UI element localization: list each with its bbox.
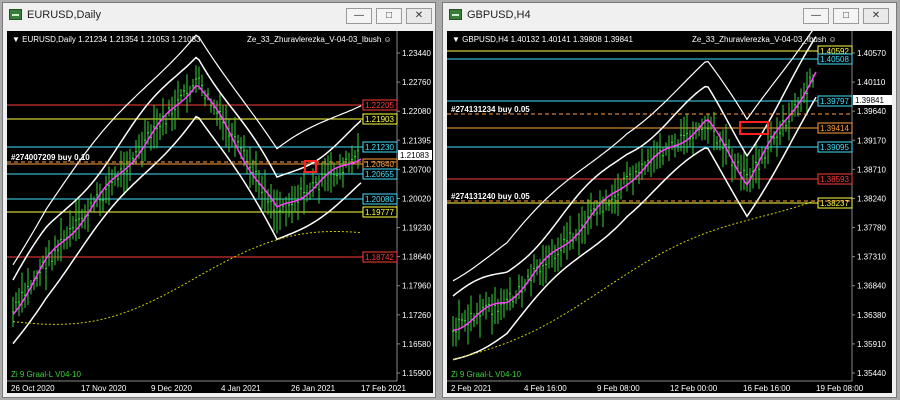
time-tick-label: 17 Feb 2021 (361, 384, 406, 393)
current-price-label: 1.39841 (855, 96, 884, 105)
level-label: 1.18742 (365, 253, 394, 262)
price-tick-label: 1.40570 (857, 49, 886, 58)
upper-band (452, 36, 817, 297)
minimize-button[interactable]: — (346, 8, 372, 24)
dotted-ma (12, 231, 362, 325)
price-tick-label: 1.37310 (857, 253, 886, 262)
price-tick-label: 1.38240 (857, 194, 886, 203)
order-label: #274131234 buy 0.05 (451, 105, 530, 114)
close-button[interactable]: ✕ (863, 8, 889, 24)
price-tick-label: 1.36840 (857, 282, 886, 291)
gbpusd-window: GBPUSD,H4 — □ ✕ ▼ GBPUSD,H4 1.40132 1.40… (442, 2, 897, 398)
price-tick-label: 1.17260 (402, 311, 431, 320)
level-label: 1.19777 (365, 208, 394, 217)
price-tick-label: 1.16580 (402, 340, 431, 349)
price-tick-label: 1.39640 (857, 107, 886, 116)
time-tick-label: 12 Feb 00:00 (670, 384, 718, 393)
level-label: 1.39797 (820, 97, 849, 106)
price-tick-label: 1.35440 (857, 369, 886, 378)
indicator-name: Ze_33_Zhuravlerezka_V-04-03_Ibush ☺ (247, 35, 392, 44)
level-label: 1.22205 (365, 101, 394, 110)
eurusd-titlebar[interactable]: EURUSD,Daily — □ ✕ (3, 3, 435, 27)
time-tick-label: 26 Oct 2020 (11, 384, 55, 393)
chart-app-icon (9, 9, 22, 20)
level-label: 1.21230 (365, 143, 394, 152)
level-label: 1.40508 (820, 55, 849, 64)
eurusd-chart[interactable]: ▼ EURUSD,Daily 1.21234 1.21354 1.21053 1… (7, 31, 433, 393)
time-tick-label: 9 Dec 2020 (151, 384, 192, 393)
level-label: 1.38237 (820, 199, 849, 208)
lower-band (452, 96, 817, 361)
gbpusd-chart[interactable]: ▼ GBPUSD,H4 1.40132 1.40141 1.39808 1.39… (447, 31, 892, 393)
level-label: 1.20840 (365, 160, 394, 169)
price-tick-label: 1.23440 (402, 49, 431, 58)
time-tick-label: 4 Feb 16:00 (524, 384, 567, 393)
price-tick-label: 1.35910 (857, 340, 886, 349)
footer-label: Zi 9 Graal-L V04-10 (451, 370, 522, 379)
price-tick-label: 1.19230 (402, 224, 431, 233)
order-label: #274131240 buy 0.05 (451, 192, 530, 201)
lower-band (12, 115, 362, 345)
time-tick-label: 17 Nov 2020 (81, 384, 127, 393)
price-tick-label: 1.18640 (402, 253, 431, 262)
price-tick-label: 1.22080 (402, 107, 431, 116)
minimize-button[interactable]: — (803, 8, 829, 24)
price-tick-label: 1.39170 (857, 136, 886, 145)
level-label: 1.38593 (820, 175, 849, 184)
gbpusd-titlebar[interactable]: GBPUSD,H4 — □ ✕ (443, 3, 896, 27)
footer-label: Zi 9 Graal-L V04-10 (11, 370, 82, 379)
time-tick-label: 9 Feb 08:00 (597, 384, 640, 393)
level-label: 1.39414 (820, 124, 849, 133)
symbol-header: ▼ EURUSD,Daily 1.21234 1.21354 1.21053 1… (12, 35, 201, 44)
price-tick-label: 1.40110 (857, 78, 886, 87)
price-tick-label: 1.22760 (402, 78, 431, 87)
eurusd-chart-canvas[interactable]: ▼ EURUSD,Daily 1.21234 1.21354 1.21053 1… (7, 31, 433, 393)
dotted-ma (452, 199, 817, 360)
eurusd-window: EURUSD,Daily — □ ✕ ▼ EURUSD,Daily 1.2123… (2, 2, 436, 398)
maximize-button[interactable]: □ (833, 8, 859, 24)
chart-app-icon (449, 9, 462, 20)
price-tick-label: 1.36380 (857, 311, 886, 320)
price-tick-label: 1.20020 (402, 194, 431, 203)
outer-upper-band (12, 34, 362, 266)
level-label: 1.20080 (365, 195, 394, 204)
time-tick-label: 26 Jan 2021 (291, 384, 336, 393)
price-tick-label: 1.15900 (402, 369, 431, 378)
price-tick-label: 1.20700 (402, 165, 431, 174)
time-tick-label: 2 Feb 2021 (451, 384, 492, 393)
price-tick-label: 1.17960 (402, 282, 431, 291)
level-label: 1.20655 (365, 170, 394, 179)
price-tick-label: 1.37780 (857, 224, 886, 233)
maximize-button[interactable]: □ (376, 8, 402, 24)
price-tick-label: 1.21395 (402, 136, 431, 145)
price-tick-label: 1.38710 (857, 165, 886, 174)
time-tick-label: 19 Feb 08:00 (816, 384, 864, 393)
level-label: 1.39095 (820, 143, 849, 152)
gbpusd-chart-canvas[interactable]: ▼ GBPUSD,H4 1.40132 1.40141 1.39808 1.39… (447, 31, 892, 393)
current-price-label: 1.21083 (400, 151, 429, 160)
time-tick-label: 16 Feb 16:00 (743, 384, 791, 393)
gbpusd-window-title: GBPUSD,H4 (467, 9, 531, 21)
close-button[interactable]: ✕ (406, 8, 432, 24)
order-label: #274007209 buy 0.10 (11, 153, 90, 162)
symbol-header: ▼ GBPUSD,H4 1.40132 1.40141 1.39808 1.39… (452, 35, 633, 44)
level-label: 1.21903 (365, 115, 394, 124)
time-tick-label: 4 Jan 2021 (221, 384, 261, 393)
pink-ma (12, 84, 362, 315)
eurusd-window-title: EURUSD,Daily (27, 9, 101, 21)
